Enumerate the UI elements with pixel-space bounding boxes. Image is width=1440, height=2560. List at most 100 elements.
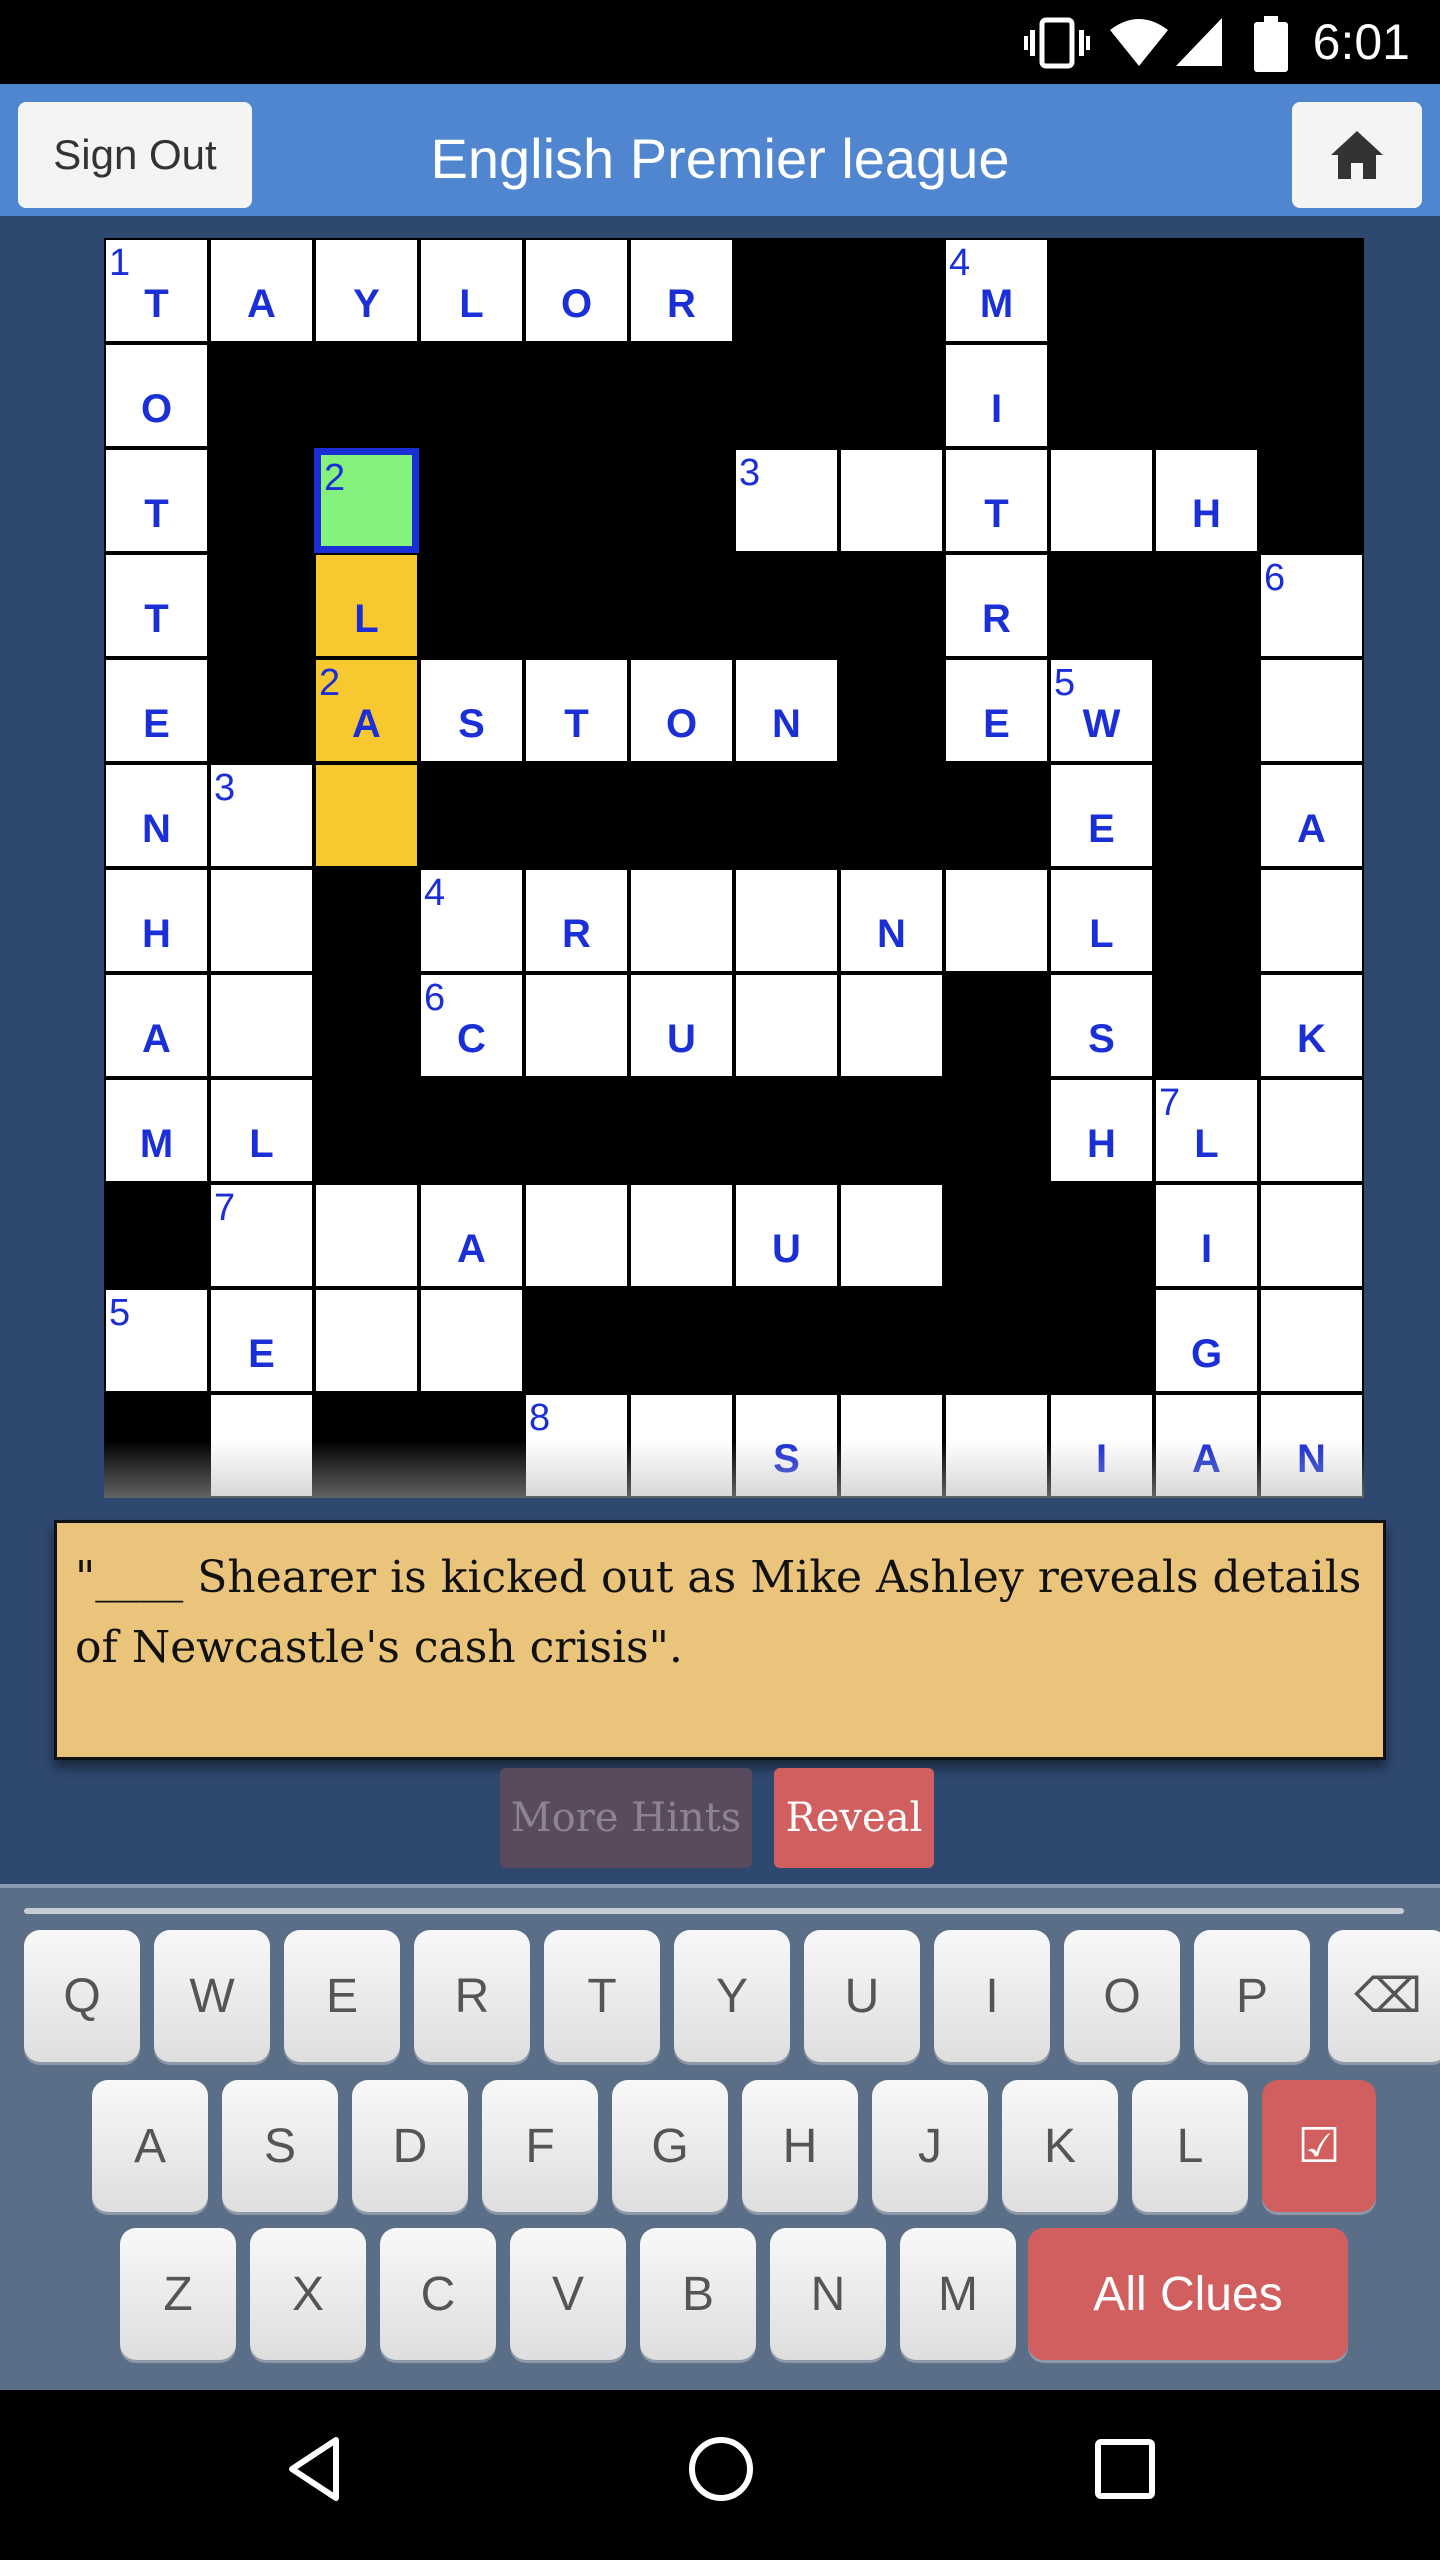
key-b[interactable]: B [640,2228,756,2360]
key-j[interactable]: J [872,2080,988,2212]
grid-cell[interactable]: R [629,238,734,343]
key-i[interactable]: I [934,1930,1050,2062]
grid-cell[interactable]: K [1259,973,1364,1078]
key-t[interactable]: T [544,1930,660,2062]
grid-cell[interactable] [1259,1078,1364,1183]
key-n[interactable]: N [770,2228,886,2360]
grid-cell[interactable]: Y [314,238,419,343]
grid-cell[interactable]: N [734,658,839,763]
grid-cell[interactable]: E [104,658,209,763]
key-l[interactable]: L [1132,2080,1248,2212]
grid-cell[interactable]: L [419,238,524,343]
grid-cell[interactable]: H [104,868,209,973]
key-x[interactable]: X [250,2228,366,2360]
grid-cell[interactable]: S [734,1393,839,1498]
home-button[interactable] [1292,102,1422,208]
grid-cell[interactable]: E [1049,763,1154,868]
grid-cell[interactable] [209,868,314,973]
grid-cell[interactable]: O [524,238,629,343]
grid-cell[interactable]: A [1154,1393,1259,1498]
grid-cell[interactable] [839,973,944,1078]
key-g[interactable]: G [612,2080,728,2212]
grid-cell[interactable]: H [1154,448,1259,553]
grid-cell[interactable]: O [629,658,734,763]
grid-cell[interactable] [734,973,839,1078]
grid-cell[interactable]: 1T [104,238,209,343]
grid-cell[interactable]: 5W [1049,658,1154,763]
grid-cell[interactable]: A [419,1183,524,1288]
grid-cell[interactable]: S [1049,973,1154,1078]
grid-cell[interactable]: 3 [209,763,314,868]
grid-cell[interactable]: E [209,1288,314,1393]
grid-cell[interactable] [944,868,1049,973]
grid-cell[interactable]: 6 [1259,553,1364,658]
grid-cell[interactable]: G [1154,1288,1259,1393]
grid-cell[interactable]: 6C [419,973,524,1078]
grid-cell[interactable]: I [944,343,1049,448]
grid-cell[interactable] [839,1183,944,1288]
grid-cell[interactable]: T [104,553,209,658]
grid-cell[interactable]: L [314,553,419,658]
grid-cell[interactable] [524,973,629,1078]
grid-cell[interactable]: L [209,1078,314,1183]
key-d[interactable]: D [352,2080,468,2212]
grid-cell[interactable] [734,868,839,973]
grid-cell[interactable]: N [839,868,944,973]
grid-cell[interactable]: T [944,448,1049,553]
grid-cell[interactable]: 7 [209,1183,314,1288]
reveal-button[interactable]: Reveal [774,1768,934,1868]
grid-cell[interactable] [1259,868,1364,973]
grid-cell[interactable]: A [1259,763,1364,868]
grid-cell[interactable]: 7L [1154,1078,1259,1183]
grid-cell[interactable]: 5 [104,1288,209,1393]
key-u[interactable]: U [804,1930,920,2062]
grid-cell[interactable] [944,1393,1049,1498]
grid-cell[interactable]: R [944,553,1049,658]
grid-cell[interactable]: H [1049,1078,1154,1183]
grid-cell[interactable]: 2 [314,448,419,553]
grid-cell[interactable]: R [524,868,629,973]
grid-cell[interactable]: E [944,658,1049,763]
grid-cell[interactable] [839,1393,944,1498]
key-h[interactable]: H [742,2080,858,2212]
grid-cell[interactable] [1259,1183,1364,1288]
key-r[interactable]: R [414,1930,530,2062]
key-o[interactable]: O [1064,1930,1180,2062]
grid-cell[interactable] [209,1393,314,1498]
grid-cell[interactable]: M [104,1078,209,1183]
key-e[interactable]: E [284,1930,400,2062]
back-icon[interactable] [284,2434,344,2504]
more-hints-button[interactable]: More Hints [500,1768,752,1868]
grid-cell[interactable] [314,1288,419,1393]
grid-cell[interactable] [1259,658,1364,763]
grid-cell[interactable]: L [1049,868,1154,973]
grid-cell[interactable]: T [104,448,209,553]
grid-cell[interactable]: U [629,973,734,1078]
key-y[interactable]: Y [674,1930,790,2062]
backspace-key[interactable]: ⌫ [1328,1930,1440,2062]
grid-cell[interactable] [419,1288,524,1393]
key-w[interactable]: W [154,1930,270,2062]
key-k[interactable]: K [1002,2080,1118,2212]
key-z[interactable]: Z [120,2228,236,2360]
grid-cell[interactable] [629,1183,734,1288]
key-c[interactable]: C [380,2228,496,2360]
grid-cell[interactable]: I [1049,1393,1154,1498]
grid-cell[interactable]: A [104,973,209,1078]
grid-cell[interactable]: O [104,343,209,448]
all-clues-button[interactable]: All Clues [1028,2228,1348,2360]
grid-cell[interactable]: T [524,658,629,763]
grid-cell[interactable]: U [734,1183,839,1288]
grid-cell[interactable]: A [209,238,314,343]
grid-cell[interactable] [524,1183,629,1288]
grid-cell[interactable]: N [1259,1393,1364,1498]
grid-cell[interactable] [629,868,734,973]
grid-cell[interactable]: 2A [314,658,419,763]
key-a[interactable]: A [92,2080,208,2212]
grid-cell[interactable] [839,448,944,553]
key-p[interactable]: P [1194,1930,1310,2062]
grid-cell[interactable]: 4 [419,868,524,973]
grid-cell[interactable]: I [1154,1183,1259,1288]
sign-out-button[interactable]: Sign Out [18,102,252,208]
grid-cell[interactable] [629,1393,734,1498]
